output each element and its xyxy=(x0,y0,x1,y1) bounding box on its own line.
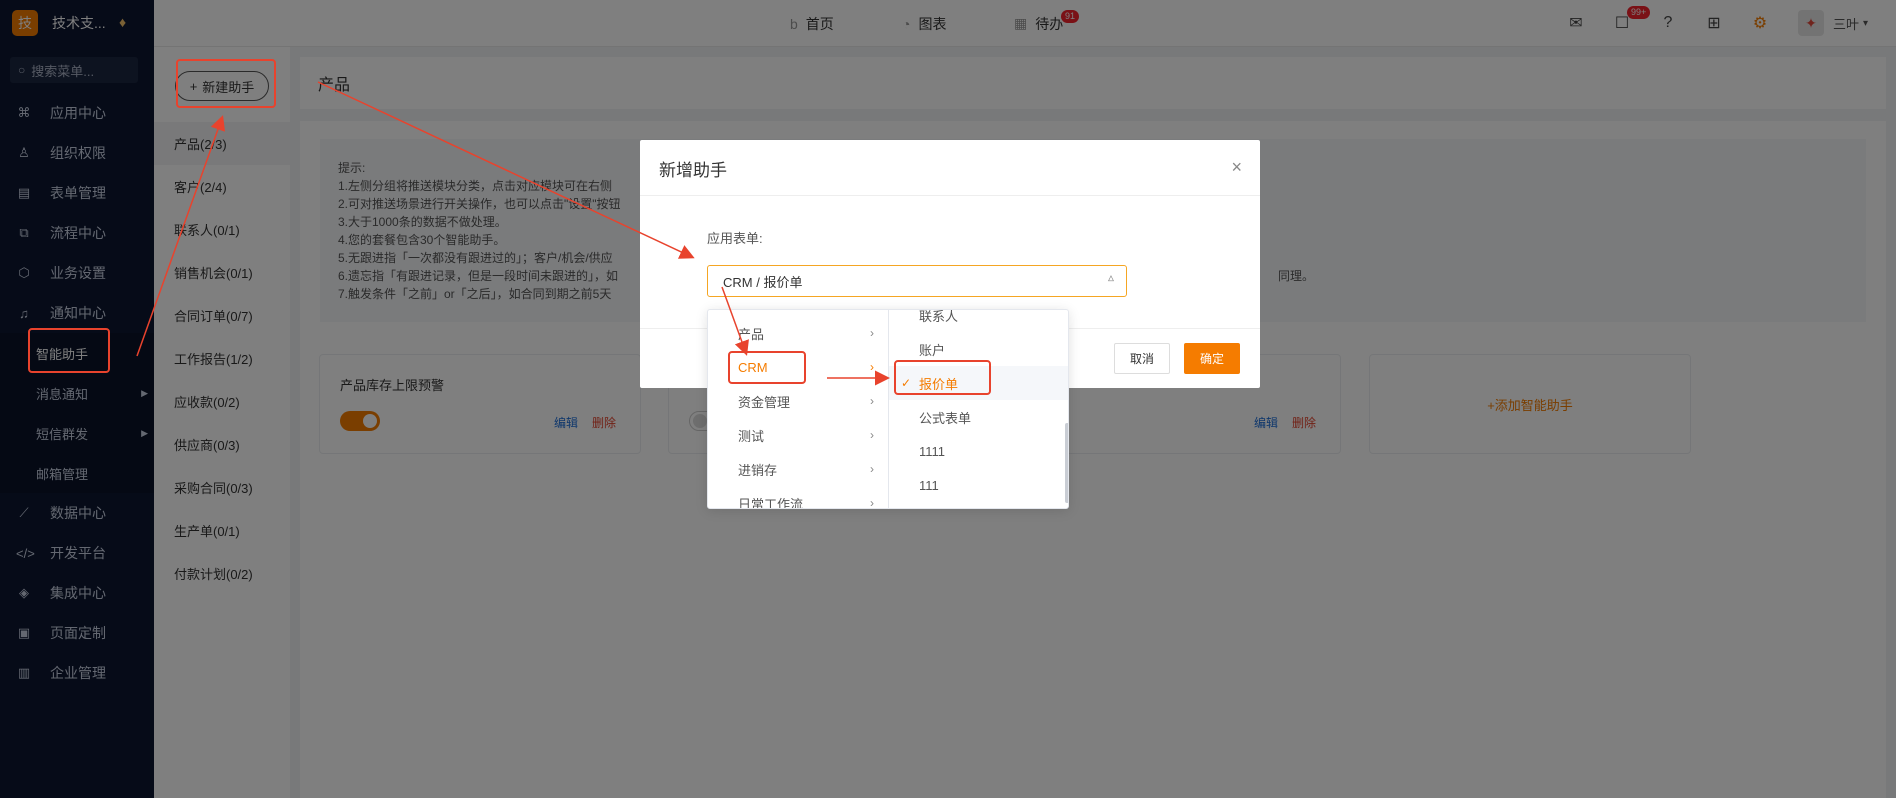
annotation-arrow xyxy=(721,286,749,356)
annotation-arrows xyxy=(136,81,890,386)
annotation-arrow xyxy=(136,115,226,357)
annotation-arrow xyxy=(317,81,695,259)
